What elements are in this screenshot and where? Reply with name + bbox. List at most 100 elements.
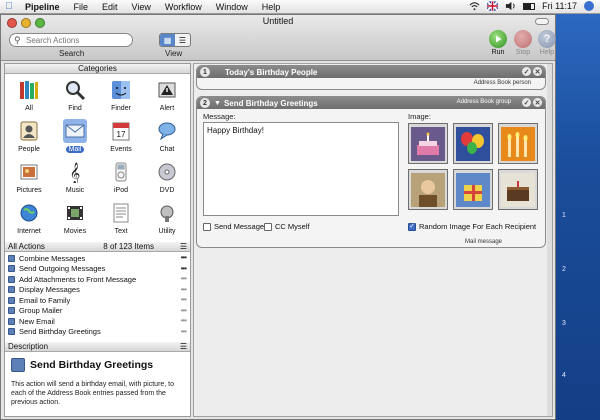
close-action-icon[interactable]: ✕ bbox=[533, 98, 542, 107]
checkmark-icon[interactable]: ✓ bbox=[522, 98, 531, 107]
workflow-area[interactable]: 1 ▼ Today's Birthday People ✓✕ Address B… bbox=[193, 63, 553, 417]
image-portrait-thumbnail[interactable] bbox=[408, 169, 448, 210]
icon-view-button[interactable]: ▦ bbox=[160, 34, 175, 46]
image-grid bbox=[408, 123, 538, 210]
list-item[interactable]: Combine Messages ••• bbox=[5, 253, 190, 264]
battery-icon[interactable] bbox=[523, 2, 536, 10]
category-chat[interactable]: Chat bbox=[144, 117, 190, 158]
search-input[interactable] bbox=[26, 35, 130, 46]
actions-list: Combine Messages ••• Send Outgoing Messag… bbox=[5, 253, 190, 336]
image-candles-thumbnail[interactable] bbox=[498, 123, 538, 164]
category-dvd[interactable]: DVD bbox=[144, 158, 190, 199]
list-item[interactable]: Send Birthday Greetings ••• bbox=[5, 327, 190, 338]
wifi-icon[interactable] bbox=[469, 1, 480, 11]
list-item[interactable]: Group Mailer ••• bbox=[5, 306, 190, 317]
category-text[interactable]: Text bbox=[98, 199, 144, 240]
image-label: Image: bbox=[408, 112, 431, 121]
category-pictures[interactable]: Pictures bbox=[6, 158, 52, 199]
drag-handle-icon[interactable]: ••• bbox=[181, 295, 187, 304]
list-item[interactable]: Email to Family ••• bbox=[5, 295, 190, 306]
window-title: Untitled bbox=[262, 16, 294, 26]
search-actions-field[interactable]: ⚲ bbox=[9, 33, 133, 47]
drag-handle-icon[interactable]: ••• bbox=[181, 306, 187, 315]
menu-clock[interactable]: Fri 11:17 bbox=[542, 1, 577, 11]
menu-window[interactable]: Window bbox=[209, 2, 255, 12]
category-utility[interactable]: Utility bbox=[144, 199, 190, 240]
toolbar-toggle-button[interactable] bbox=[535, 18, 549, 25]
action-send-birthday-greetings[interactable]: 2 ▼ Send Birthday Greetings Address Book… bbox=[196, 96, 546, 248]
category-internet[interactable]: Internet bbox=[6, 199, 52, 240]
checkbox-unchecked[interactable] bbox=[264, 222, 272, 231]
people-icon bbox=[17, 119, 41, 143]
list-item[interactable]: New Email ••• bbox=[5, 316, 190, 327]
message-textarea[interactable]: Happy Birthday! bbox=[203, 122, 399, 216]
run-button[interactable] bbox=[489, 30, 507, 48]
category-all[interactable]: All bbox=[6, 76, 52, 117]
image-gift-thumbnail[interactable] bbox=[453, 169, 493, 210]
stop-button[interactable] bbox=[514, 30, 532, 48]
category-movies[interactable]: Movies bbox=[52, 199, 98, 240]
drag-handle-icon[interactable]: ••• bbox=[181, 327, 187, 336]
checkbox-unchecked[interactable] bbox=[203, 222, 211, 231]
menu-workflow[interactable]: Workflow bbox=[158, 2, 209, 12]
menu-edit[interactable]: Edit bbox=[95, 2, 125, 12]
cc-myself-checkbox[interactable]: CC Myself bbox=[264, 222, 310, 231]
actions-title: All Actions bbox=[8, 242, 45, 251]
category-find[interactable]: Find bbox=[52, 76, 98, 117]
random-image-checkbox[interactable]: ✓ Random Image For Each Recipient bbox=[408, 222, 536, 231]
view-toggle[interactable]: ▦ ☰ bbox=[159, 33, 191, 47]
action-header: 1 ▼ Today's Birthday People ✓✕ bbox=[197, 66, 545, 78]
svg-text:17: 17 bbox=[117, 130, 126, 139]
send-messages-checkbox[interactable]: Send Messages bbox=[203, 222, 268, 231]
close-action-icon[interactable]: ✕ bbox=[533, 67, 542, 76]
drag-handle-icon[interactable]: ••• bbox=[181, 274, 187, 283]
chat-icon bbox=[155, 119, 179, 143]
category-alert[interactable]: Alert bbox=[144, 76, 190, 117]
help-label: Help bbox=[539, 49, 555, 56]
image-cake-thumbnail[interactable] bbox=[408, 123, 448, 164]
description-resize-icon[interactable]: ☰ bbox=[180, 342, 187, 351]
drag-handle-icon[interactable]: ••• bbox=[181, 285, 187, 294]
view-label: View bbox=[165, 49, 183, 58]
list-item[interactable]: Send Outgoing Messages ••• bbox=[5, 264, 190, 275]
flag-uk-icon[interactable] bbox=[487, 1, 499, 11]
pictures-icon bbox=[17, 160, 41, 184]
checkbox-checked[interactable]: ✓ bbox=[408, 222, 416, 231]
utility-icon bbox=[155, 201, 179, 225]
spotlight-icon[interactable] bbox=[584, 1, 594, 11]
category-music[interactable]: 𝄞 Music bbox=[52, 158, 98, 199]
menu-app-pipeline[interactable]: Pipeline bbox=[18, 2, 67, 12]
drag-handle-icon[interactable]: ••• bbox=[181, 264, 187, 273]
drag-handle-icon[interactable]: ••• bbox=[181, 253, 187, 262]
drag-handle-icon[interactable]: ••• bbox=[181, 316, 187, 325]
actions-resize-icon[interactable]: ☰ bbox=[180, 242, 187, 251]
mail-icon bbox=[63, 119, 87, 143]
list-item[interactable]: Display Messages ••• bbox=[5, 285, 190, 296]
desktop-number: 1 bbox=[562, 212, 566, 219]
mail-action-icon bbox=[8, 328, 15, 336]
image-chocolate-cake-thumbnail[interactable] bbox=[498, 169, 538, 210]
chocolate-cake-icon bbox=[501, 172, 535, 207]
menu-help[interactable]: Help bbox=[255, 2, 288, 12]
action-todays-birthday-people[interactable]: 1 ▼ Today's Birthday People ✓✕ Address B… bbox=[196, 65, 546, 90]
checkmark-icon[interactable]: ✓ bbox=[522, 67, 531, 76]
disclosure-triangle-icon[interactable]: ▼ bbox=[214, 100, 221, 107]
apple-menu-icon[interactable]:  bbox=[0, 1, 18, 12]
menu-file[interactable]: File bbox=[67, 2, 96, 12]
mail-action-icon bbox=[8, 275, 15, 283]
image-balloons-thumbnail[interactable] bbox=[453, 123, 493, 164]
volume-icon[interactable] bbox=[505, 1, 516, 11]
category-ipod[interactable]: iPod bbox=[98, 158, 144, 199]
category-finder[interactable]: Finder bbox=[98, 76, 144, 117]
help-button[interactable]: ? bbox=[538, 30, 556, 48]
list-view-button[interactable]: ☰ bbox=[175, 34, 190, 46]
menu-view[interactable]: View bbox=[125, 2, 158, 12]
category-people[interactable]: People bbox=[6, 117, 52, 158]
cake-icon bbox=[411, 126, 445, 161]
mail-action-icon bbox=[8, 254, 15, 262]
books-icon bbox=[17, 78, 41, 102]
list-item[interactable]: Add Attachments to Front Message ••• bbox=[5, 274, 190, 285]
category-mail[interactable]: Mail bbox=[52, 117, 98, 158]
workflow-scrollbar[interactable] bbox=[547, 64, 552, 416]
category-events[interactable]: 17 Events bbox=[98, 117, 144, 158]
